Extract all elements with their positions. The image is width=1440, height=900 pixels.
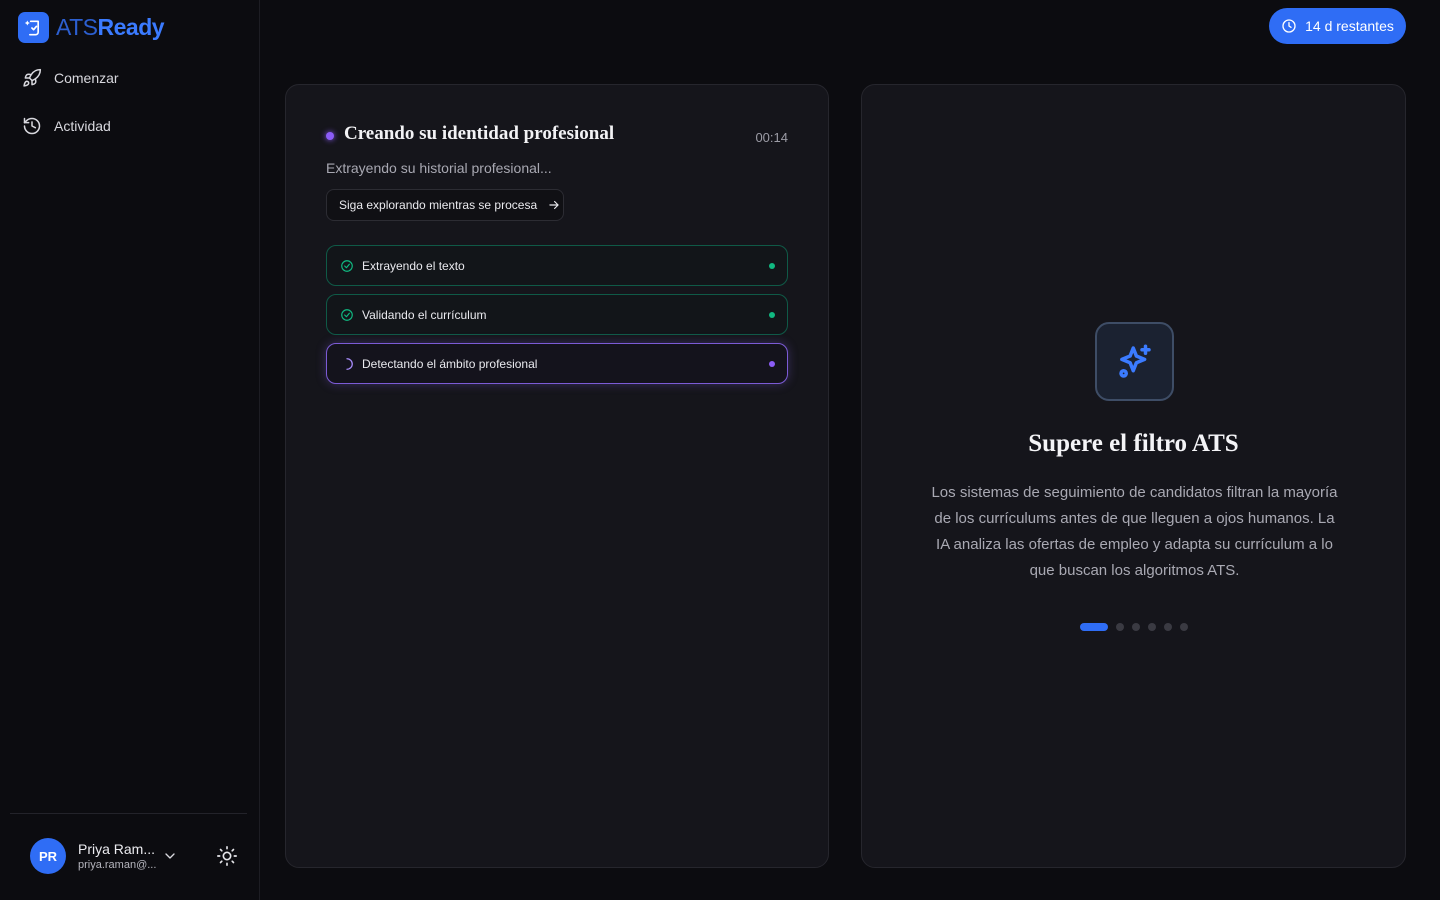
- step-status-dot: [769, 361, 775, 367]
- step-label: Detectando el ámbito profesional: [362, 356, 538, 371]
- user-email: priya.raman@...: [78, 859, 156, 871]
- carousel-dot[interactable]: [1116, 623, 1124, 631]
- carousel-dot[interactable]: [1080, 623, 1108, 631]
- processing-card: Creando su identidad profesional 00:14 E…: [285, 84, 829, 868]
- step-label: Validando el currículum: [362, 307, 487, 322]
- user-menu[interactable]: PR Priya Ram... priya.raman@...: [30, 838, 178, 874]
- sidebar-nav: Comenzar Actividad: [0, 56, 260, 148]
- processing-steps: Extrayendo el texto Validando el currícu…: [326, 245, 788, 384]
- processing-title: Creando su identidad profesional: [344, 123, 615, 144]
- sidebar: ATSReady Comenzar Actividad PR Priya Ram…: [0, 0, 260, 900]
- step-status-dot: [769, 312, 775, 318]
- logo-text: ATSReady: [56, 14, 165, 41]
- carousel-dot[interactable]: [1180, 623, 1188, 631]
- sidebar-item-label: Comenzar: [54, 70, 119, 86]
- processing-timer: 00:14: [755, 130, 788, 145]
- step-detect-domain: Detectando el ámbito profesional: [326, 343, 788, 384]
- sidebar-item-comenzar[interactable]: Comenzar: [10, 56, 250, 100]
- trial-badge-button[interactable]: 14 d restantes: [1269, 8, 1406, 44]
- app-logo[interactable]: ATSReady: [18, 12, 165, 43]
- user-name: Priya Ram...: [78, 841, 156, 857]
- sidebar-item-actividad[interactable]: Actividad: [10, 104, 250, 148]
- processing-header: Creando su identidad profesional: [326, 123, 614, 145]
- clock-icon: [1282, 19, 1296, 33]
- avatar: PR: [30, 838, 66, 874]
- logo-text-part1: ATS: [56, 14, 98, 40]
- sidebar-divider: [10, 813, 247, 814]
- carousel-dot[interactable]: [1148, 623, 1156, 631]
- arrow-right-icon: [549, 200, 559, 210]
- sidebar-item-label: Actividad: [54, 118, 111, 134]
- carousel-pagination: [1080, 623, 1188, 631]
- processing-subtitle: Extrayendo su historial profesional...: [326, 160, 552, 176]
- carousel-dot[interactable]: [1164, 623, 1172, 631]
- spinner-icon: [346, 357, 353, 370]
- logo-text-part2: Ready: [97, 14, 165, 40]
- processing-status-dot: [326, 132, 334, 140]
- step-label: Extrayendo el texto: [362, 258, 465, 273]
- feature-carousel-card: Supere el filtro ATS Los sistemas de seg…: [861, 84, 1406, 868]
- rocket-icon: [23, 68, 42, 87]
- logo-icon: [18, 12, 49, 43]
- feature-title: Supere el filtro ATS: [1028, 430, 1239, 457]
- carousel-dot[interactable]: [1132, 623, 1140, 631]
- step-extract-text: Extrayendo el texto: [326, 245, 788, 286]
- trial-label: 14 d restantes: [1305, 18, 1394, 34]
- sparkles-icon: [1118, 344, 1151, 378]
- user-info: Priya Ram... priya.raman@...: [78, 841, 156, 871]
- feature-description: Los sistemas de seguimiento de candidato…: [931, 484, 1338, 579]
- sun-icon[interactable]: [216, 845, 238, 867]
- history-icon: [23, 117, 41, 135]
- check-circle-icon: [341, 308, 353, 321]
- feature-icon-tile: [1095, 322, 1174, 401]
- keep-exploring-label: Siga explorando mientras se procesa: [339, 198, 538, 212]
- step-validate-resume: Validando el currículum: [326, 294, 788, 335]
- step-status-dot: [769, 263, 775, 269]
- check-circle-icon: [341, 259, 353, 272]
- keep-exploring-button[interactable]: Siga explorando mientras se procesa: [326, 189, 564, 221]
- chevron-down-icon[interactable]: [162, 848, 178, 864]
